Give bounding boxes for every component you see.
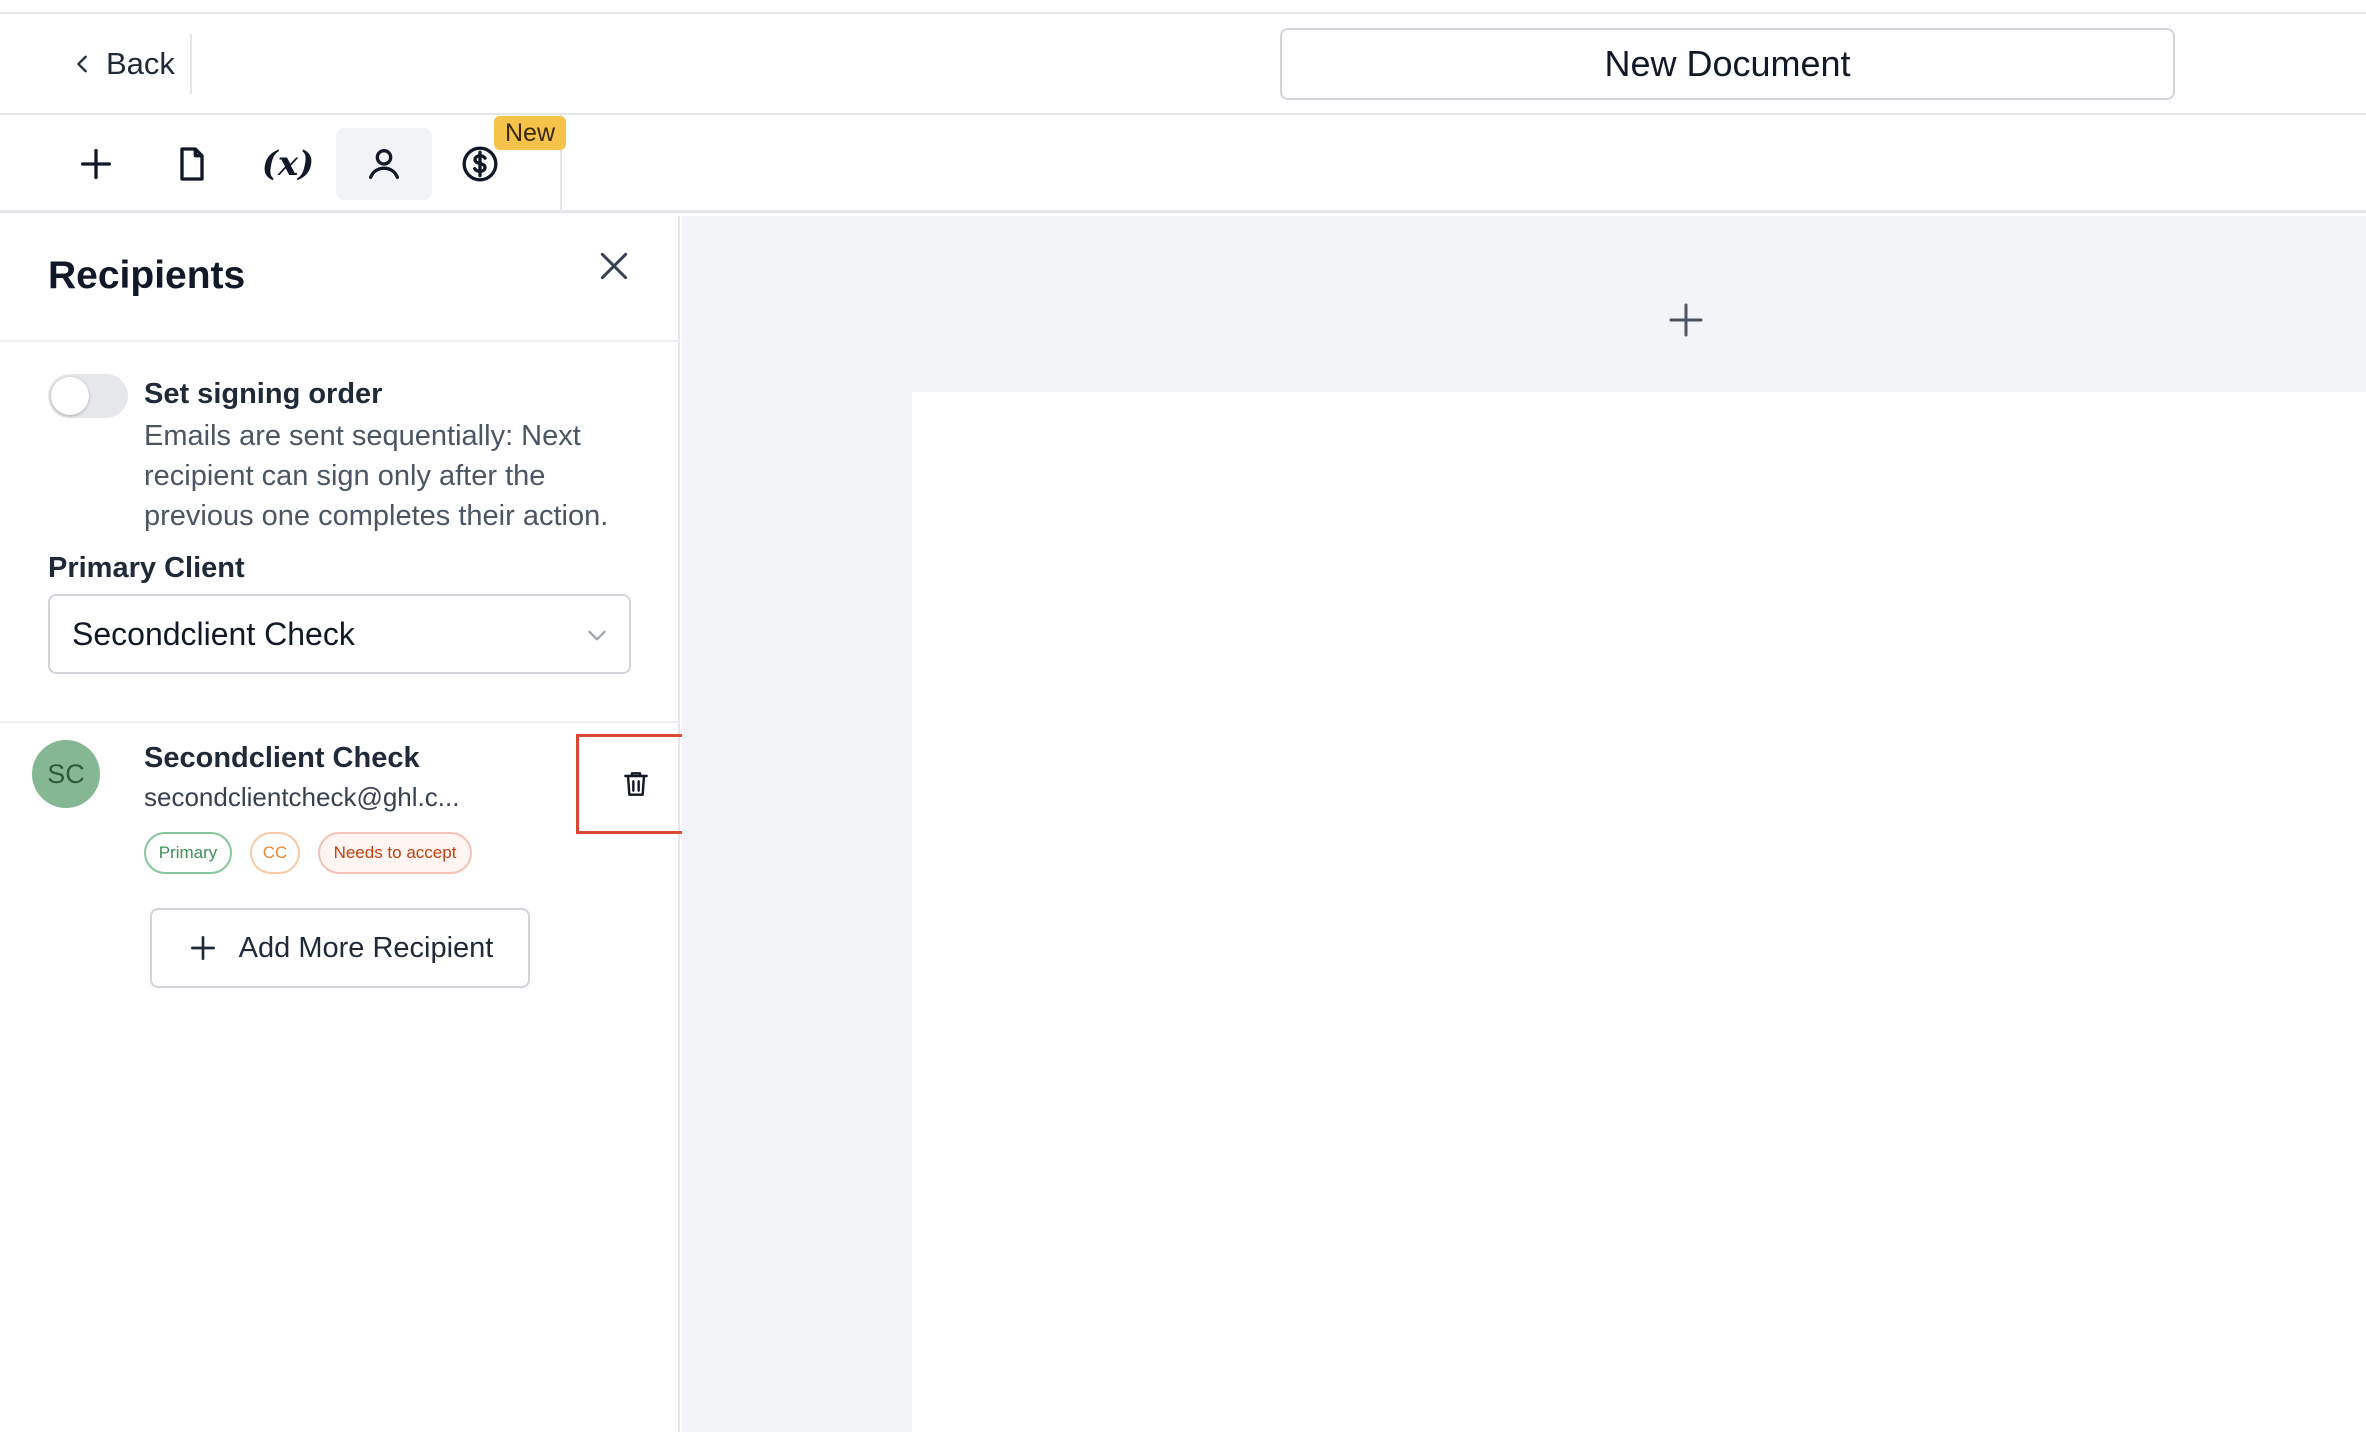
tag-needs-to-accept: Needs to accept — [318, 832, 472, 874]
toolbar-document-button[interactable] — [144, 128, 240, 200]
plus-icon — [1669, 303, 1703, 337]
document-page[interactable] — [912, 392, 2366, 1432]
signing-order-label: Set signing order — [144, 378, 383, 410]
plus-icon — [81, 149, 112, 179]
avatar: SC — [32, 740, 100, 808]
primary-client-label: Primary Client — [48, 552, 245, 584]
tag-primary: Primary — [144, 832, 232, 874]
chevron-left-icon — [77, 55, 87, 73]
dollar-circle-icon — [462, 146, 498, 182]
close-icon — [600, 252, 628, 280]
tag-cc: CC — [250, 832, 300, 874]
toolbar-recipients-button[interactable] — [336, 128, 432, 200]
delete-recipient-button[interactable] — [576, 734, 696, 834]
section-divider — [0, 721, 680, 723]
recipients-panel: Recipients Set signing order Emails are … — [0, 216, 696, 1432]
recipient-name: Secondclient Check — [144, 742, 420, 774]
new-badge: New — [494, 116, 566, 150]
panel-divider — [0, 340, 680, 342]
signing-order-toggle[interactable] — [48, 374, 128, 418]
back-button[interactable]: Back — [72, 42, 175, 86]
panel-title: Recipients — [48, 254, 246, 297]
canvas-add-page-button[interactable] — [1666, 300, 1706, 340]
header-divider — [190, 34, 192, 94]
document-title-input[interactable]: New Document — [1280, 28, 2175, 100]
editor-toolbar: (x) — [0, 115, 2366, 213]
primary-client-value: Secondclient Check — [72, 616, 355, 652]
trash-icon — [624, 772, 648, 796]
recipient-email: secondclientcheck@ghl.c... — [144, 782, 460, 812]
user-icon — [369, 149, 399, 179]
variable-icon: (x) — [261, 144, 315, 184]
toolbar-variables-button[interactable]: (x) — [240, 128, 336, 200]
chevron-down-icon — [588, 630, 606, 641]
toggle-knob — [51, 377, 89, 415]
document-header: Back New Document — [0, 14, 2366, 115]
toolbar-add-button[interactable] — [48, 128, 144, 200]
signing-order-description: Emails are sent sequentially: Next recip… — [144, 420, 609, 532]
back-label: Back — [106, 46, 175, 81]
primary-client-select[interactable]: Secondclient Check — [48, 594, 631, 674]
close-panel-button[interactable] — [594, 246, 634, 286]
add-more-recipient-label: Add More Recipient — [238, 931, 494, 964]
add-more-recipient-button[interactable]: Add More Recipient — [150, 908, 530, 988]
plus-icon — [190, 936, 215, 960]
file-icon — [180, 147, 204, 181]
browser-top-strip — [0, 0, 2366, 14]
